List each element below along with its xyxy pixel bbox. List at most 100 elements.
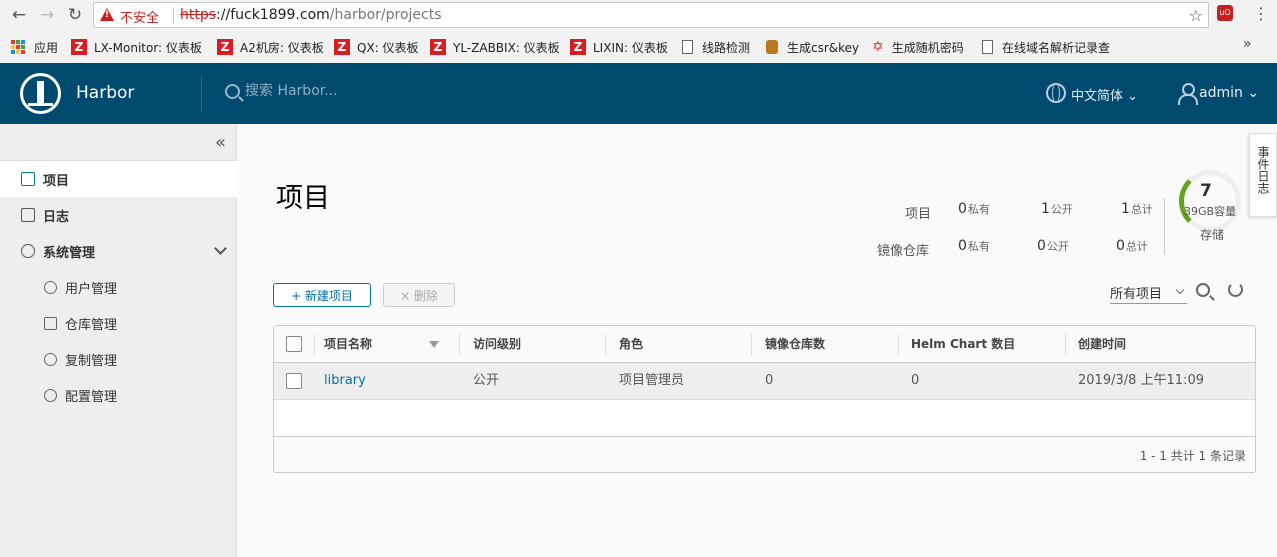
main-content: 项目 项目 镜像仓库 0私有 1公开 1总计 0私有 0公开 0总计 7 39G…: [237, 124, 1277, 557]
pagination-summary: 1 - 1 共计 1 条记录: [1139, 449, 1246, 463]
delete-button[interactable]: × 删除: [383, 283, 455, 307]
search-icon: [225, 84, 240, 99]
forward-icon[interactable]: →: [36, 4, 58, 26]
search-icon[interactable]: [1196, 283, 1210, 297]
lock-icon: [766, 40, 778, 54]
warning-icon: [100, 8, 114, 21]
page-title: 项目: [276, 183, 330, 214]
page-icon: [982, 40, 993, 54]
zabbix-icon: Z: [71, 39, 87, 55]
bookmark-page[interactable]: 在线域名解析记录查: [982, 37, 1110, 57]
zabbix-icon: Z: [570, 39, 586, 55]
bookmark-page[interactable]: 生成csr&key: [766, 37, 859, 57]
cell-helm-count: 0: [911, 373, 920, 388]
projects-table: 项目名称 访问级别 角色 镜像仓库数 Helm Chart 数目 创建时间 li…: [273, 325, 1256, 473]
url-text[interactable]: https://fuck1899.com/harbor/projects: [180, 7, 442, 23]
column-header-repo-count[interactable]: 镜像仓库数: [765, 326, 825, 362]
user-menu[interactable]: admin ⌄: [1199, 85, 1259, 101]
logs-icon: [21, 208, 35, 222]
chevron-down-icon: [1175, 285, 1185, 295]
event-log-tab[interactable]: 事件日志: [1249, 133, 1277, 217]
cell-repo-count: 0: [765, 373, 774, 388]
bookmark-zabbix[interactable]: Z YL-ZABBIX: 仪表板: [430, 37, 560, 57]
gear-icon: [44, 388, 57, 402]
column-header-helm-chart-count[interactable]: Helm Chart 数目: [911, 326, 1015, 362]
user-icon: [1177, 83, 1198, 105]
cell-access-level: 公开: [473, 373, 500, 388]
column-header-name[interactable]: 项目名称: [324, 326, 372, 362]
project-filter-select[interactable]: 所有项目: [1110, 282, 1187, 304]
bookmark-apps[interactable]: 应用: [11, 37, 58, 57]
star-of-david-icon: ✡: [872, 39, 884, 55]
address-row: ← → ↻ 不安全 https://fuck1899.com/harbor/pr…: [0, 0, 1277, 30]
stat-repos-total: 0总计: [1116, 238, 1148, 254]
zabbix-icon: Z: [217, 39, 233, 55]
collapse-sidebar-icon[interactable]: «: [215, 132, 226, 153]
sidebar-item-user-management[interactable]: 用户管理: [0, 269, 237, 305]
column-header-access[interactable]: 访问级别: [473, 326, 521, 362]
project-name-link[interactable]: library: [324, 363, 366, 399]
bookmark-page[interactable]: 线路检测: [682, 37, 750, 57]
bookmark-zabbix[interactable]: Z LIXIN: 仪表板: [570, 37, 668, 57]
sidebar-item-projects[interactable]: 项目: [0, 161, 237, 197]
refresh-icon[interactable]: [1228, 282, 1243, 297]
storage-capacity: 39GB容量: [1184, 205, 1237, 218]
apps-icon: [11, 40, 25, 54]
cloud-icon: [44, 352, 57, 366]
bookmark-star-icon[interactable]: ☆: [1189, 6, 1203, 25]
brand-name[interactable]: Harbor: [76, 83, 134, 103]
users-icon: [44, 280, 57, 294]
table-header: 项目名称 访问级别 角色 镜像仓库数 Helm Chart 数目 创建时间: [274, 326, 1255, 363]
sidebar-item-administration[interactable]: 系统管理: [0, 233, 237, 269]
storage-count: 7: [1200, 181, 1212, 201]
page-icon: [682, 40, 693, 54]
browser-chrome: ← → ↻ 不安全 https://fuck1899.com/harbor/pr…: [0, 0, 1277, 63]
table-row[interactable]: library 公开 项目管理员 0 0 2019/3/8 上午11:09: [274, 363, 1255, 400]
sidebar-item-configuration[interactable]: 配置管理: [0, 377, 237, 413]
cell-role: 项目管理员: [619, 373, 685, 388]
bookmarks-overflow[interactable]: »: [1243, 36, 1252, 52]
storage-label: 存储: [1200, 228, 1225, 242]
projects-icon: [21, 172, 35, 186]
sidebar-item-registries[interactable]: 仓库管理: [0, 305, 237, 341]
sidebar-item-logs[interactable]: 日志: [0, 197, 237, 233]
sidebar-item-replication[interactable]: 复制管理: [0, 341, 237, 377]
stat-repos-private: 0私有: [958, 238, 990, 254]
column-header-created[interactable]: 创建时间: [1078, 326, 1126, 362]
stat-projects-private: 0私有: [958, 201, 990, 217]
insecure-label: 不安全: [120, 11, 160, 26]
new-project-button[interactable]: + 新建项目: [273, 283, 371, 307]
reload-icon[interactable]: ↻: [64, 4, 86, 26]
stat-projects-total: 1总计: [1121, 201, 1153, 217]
stat-repos-label: 镜像仓库: [877, 244, 930, 259]
language-selector[interactable]: 中文简体 ⌄: [1071, 85, 1138, 104]
global-search-input[interactable]: [245, 83, 545, 99]
table-footer: 1 - 1 共计 1 条记录: [274, 436, 1255, 472]
bookmark-zabbix[interactable]: Z QX: 仪表板: [334, 37, 419, 57]
bookmark-page[interactable]: ✡ 生成随机密码: [872, 37, 964, 57]
filter-icon[interactable]: [429, 341, 439, 348]
globe-icon: [1046, 83, 1066, 103]
harbor-logo-icon[interactable]: [20, 73, 61, 114]
back-icon[interactable]: ←: [8, 4, 30, 26]
stat-projects-public: 1公开: [1041, 201, 1073, 217]
zabbix-icon: Z: [334, 39, 350, 55]
chevron-down-icon: [214, 242, 227, 255]
bookmarks-bar: 应用 Z LX-Monitor: 仪表板 Z A2机房: 仪表板 Z QX: 仪表板 …: [0, 33, 1277, 61]
select-all-checkbox[interactable]: [286, 336, 302, 352]
sidebar: « 项目 日志 系统管理 用户管理 仓库管理 复制管理 配置管理: [0, 124, 237, 557]
storage-gauge: [1179, 170, 1241, 232]
admin-users-icon: [21, 244, 35, 258]
bookmark-zabbix[interactable]: Z LX-Monitor: 仪表板: [71, 37, 202, 57]
app-header: Harbor 中文简体 ⌄ admin ⌄: [0, 63, 1277, 124]
bookmark-zabbix[interactable]: Z A2机房: 仪表板: [217, 37, 324, 57]
cube-icon: [44, 316, 57, 330]
cell-created: 2019/3/8 上午11:09: [1078, 373, 1204, 388]
extension-icon[interactable]: uO: [1217, 5, 1233, 21]
browser-menu-icon[interactable]: ⋮: [1253, 4, 1269, 23]
zabbix-icon: Z: [430, 39, 446, 55]
address-bar[interactable]: 不安全 https://fuck1899.com/harbor/projects…: [93, 2, 1209, 28]
column-header-role[interactable]: 角色: [619, 326, 643, 362]
stat-repos-public: 0公开: [1037, 238, 1069, 254]
row-checkbox[interactable]: [286, 373, 302, 389]
